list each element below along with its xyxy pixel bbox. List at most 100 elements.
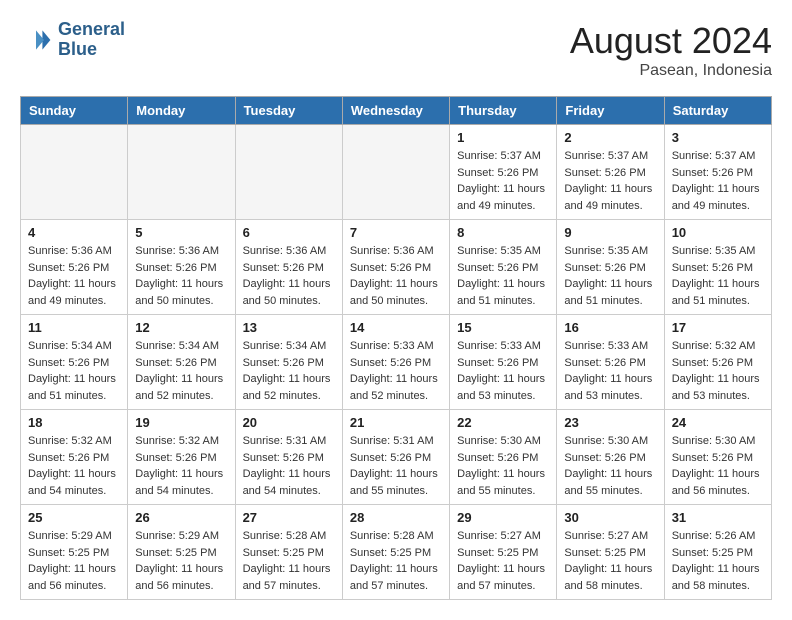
day-info: Sunrise: 5:31 AMSunset: 5:26 PMDaylight:… — [350, 433, 442, 499]
calendar-cell: 27 Sunrise: 5:28 AMSunset: 5:25 PMDayligh… — [235, 505, 342, 600]
day-info: Sunrise: 5:37 AMSunset: 5:26 PMDaylight:… — [672, 148, 764, 214]
calendar-cell — [235, 125, 342, 220]
day-info: Sunrise: 5:32 AMSunset: 5:26 PMDaylight:… — [28, 433, 120, 499]
day-number: 30 — [564, 510, 656, 525]
day-number: 15 — [457, 320, 549, 335]
day-info: Sunrise: 5:28 AMSunset: 5:25 PMDaylight:… — [243, 528, 335, 594]
week-row-5: 25 Sunrise: 5:29 AMSunset: 5:25 PMDayligh… — [21, 505, 772, 600]
day-info: Sunrise: 5:28 AMSunset: 5:25 PMDaylight:… — [350, 528, 442, 594]
weekday-header-saturday: Saturday — [664, 97, 771, 125]
day-number: 2 — [564, 130, 656, 145]
calendar-cell: 12Sunrise: 5:34 AMSunset: 5:26 PMDayligh… — [128, 315, 235, 410]
weekday-header-row: SundayMondayTuesdayWednesdayThursdayFrid… — [21, 97, 772, 125]
calendar-cell: 7Sunrise: 5:36 AMSunset: 5:26 PMDaylight… — [342, 220, 449, 315]
calendar-cell: 11 Sunrise: 5:34 AMSunset: 5:26 PMDayligh… — [21, 315, 128, 410]
logo: General Blue — [20, 20, 125, 60]
day-info: Sunrise: 5:29 AMSunset: 5:25 PMDaylight:… — [28, 528, 120, 594]
calendar-cell: 25 Sunrise: 5:29 AMSunset: 5:25 PMDayligh… — [21, 505, 128, 600]
day-info: Sunrise: 5:37 AMSunset: 5:26 PMDaylight:… — [457, 148, 549, 214]
calendar-cell: 20 Sunrise: 5:31 AMSunset: 5:26 PMDayligh… — [235, 410, 342, 505]
day-number: 9 — [564, 225, 656, 240]
calendar-cell: 16 Sunrise: 5:33 AMSunset: 5:26 PMDayligh… — [557, 315, 664, 410]
calendar-cell: 22 Sunrise: 5:30 AMSunset: 5:26 PMDayligh… — [450, 410, 557, 505]
weekday-header-thursday: Thursday — [450, 97, 557, 125]
day-number: 29 — [457, 510, 549, 525]
day-info: Sunrise: 5:35 AMSunset: 5:26 PMDaylight:… — [564, 243, 656, 309]
calendar-cell: 5Sunrise: 5:36 AMSunset: 5:26 PMDaylight… — [128, 220, 235, 315]
calendar-cell: 14 Sunrise: 5:33 AMSunset: 5:26 PMDayligh… — [342, 315, 449, 410]
calendar-cell: 2 Sunrise: 5:37 AMSunset: 5:26 PMDaylight… — [557, 125, 664, 220]
weekday-header-friday: Friday — [557, 97, 664, 125]
day-info: Sunrise: 5:37 AMSunset: 5:26 PMDaylight:… — [564, 148, 656, 214]
calendar-cell — [342, 125, 449, 220]
weekday-header-wednesday: Wednesday — [342, 97, 449, 125]
calendar-cell: 6Sunrise: 5:36 AMSunset: 5:26 PMDaylight… — [235, 220, 342, 315]
day-number: 24 — [672, 415, 764, 430]
calendar-cell: 15 Sunrise: 5:33 AMSunset: 5:26 PMDayligh… — [450, 315, 557, 410]
day-info: Sunrise: 5:32 AMSunset: 5:26 PMDaylight:… — [672, 338, 764, 404]
day-number: 19 — [135, 415, 227, 430]
calendar-cell: 10 Sunrise: 5:35 AMSunset: 5:26 PMDayligh… — [664, 220, 771, 315]
calendar-table: SundayMondayTuesdayWednesdayThursdayFrid… — [20, 96, 772, 600]
calendar-cell: 30 Sunrise: 5:27 AMSunset: 5:25 PMDayligh… — [557, 505, 664, 600]
weekday-header-monday: Monday — [128, 97, 235, 125]
day-number: 16 — [564, 320, 656, 335]
day-info: Sunrise: 5:34 AMSunset: 5:26 PMDaylight:… — [28, 338, 120, 404]
day-number: 1 — [457, 130, 549, 145]
day-number: 10 — [672, 225, 764, 240]
week-row-2: 4 Sunrise: 5:36 AMSunset: 5:26 PMDaylight… — [21, 220, 772, 315]
calendar-cell: 1 Sunrise: 5:37 AMSunset: 5:26 PMDaylight… — [450, 125, 557, 220]
day-number: 4 — [28, 225, 120, 240]
day-number: 3 — [672, 130, 764, 145]
calendar-cell: 28 Sunrise: 5:28 AMSunset: 5:25 PMDayligh… — [342, 505, 449, 600]
calendar-cell: 17 Sunrise: 5:32 AMSunset: 5:26 PMDayligh… — [664, 315, 771, 410]
day-info: Sunrise: 5:35 AMSunset: 5:26 PMDaylight:… — [672, 243, 764, 309]
calendar-cell: 18 Sunrise: 5:32 AMSunset: 5:26 PMDayligh… — [21, 410, 128, 505]
day-info: Sunrise: 5:30 AMSunset: 5:26 PMDaylight:… — [457, 433, 549, 499]
month-title: August 2024 — [570, 20, 772, 62]
day-number: 31 — [672, 510, 764, 525]
day-number: 11 — [28, 320, 120, 335]
week-row-3: 11 Sunrise: 5:34 AMSunset: 5:26 PMDayligh… — [21, 315, 772, 410]
day-info: Sunrise: 5:34 AMSunset: 5:26 PMDaylight:… — [243, 338, 335, 404]
weekday-header-tuesday: Tuesday — [235, 97, 342, 125]
title-block: August 2024 Pasean, Indonesia — [570, 20, 772, 80]
day-number: 14 — [350, 320, 442, 335]
weekday-header-sunday: Sunday — [21, 97, 128, 125]
day-info: Sunrise: 5:35 AMSunset: 5:26 PMDaylight:… — [457, 243, 549, 309]
day-number: 8 — [457, 225, 549, 240]
calendar-cell: 23 Sunrise: 5:30 AMSunset: 5:26 PMDayligh… — [557, 410, 664, 505]
day-info: Sunrise: 5:30 AMSunset: 5:26 PMDaylight:… — [564, 433, 656, 499]
logo-line1: General — [58, 20, 125, 40]
day-number: 22 — [457, 415, 549, 430]
day-number: 23 — [564, 415, 656, 430]
day-number: 13 — [243, 320, 335, 335]
calendar-cell — [128, 125, 235, 220]
day-info: Sunrise: 5:29 AMSunset: 5:25 PMDaylight:… — [135, 528, 227, 594]
day-number: 20 — [243, 415, 335, 430]
day-number: 21 — [350, 415, 442, 430]
logo-icon — [20, 24, 52, 56]
day-number: 25 — [28, 510, 120, 525]
day-info: Sunrise: 5:34 AMSunset: 5:26 PMDaylight:… — [135, 338, 227, 404]
day-number: 28 — [350, 510, 442, 525]
day-info: Sunrise: 5:27 AMSunset: 5:25 PMDaylight:… — [564, 528, 656, 594]
day-info: Sunrise: 5:36 AMSunset: 5:26 PMDaylight:… — [243, 243, 335, 309]
day-info: Sunrise: 5:30 AMSunset: 5:26 PMDaylight:… — [672, 433, 764, 499]
day-number: 17 — [672, 320, 764, 335]
day-number: 27 — [243, 510, 335, 525]
day-number: 7 — [350, 225, 442, 240]
day-info: Sunrise: 5:27 AMSunset: 5:25 PMDaylight:… — [457, 528, 549, 594]
calendar-cell: 19 Sunrise: 5:32 AMSunset: 5:26 PMDayligh… — [128, 410, 235, 505]
day-info: Sunrise: 5:32 AMSunset: 5:26 PMDaylight:… — [135, 433, 227, 499]
day-info: Sunrise: 5:33 AMSunset: 5:26 PMDaylight:… — [457, 338, 549, 404]
day-info: Sunrise: 5:26 AMSunset: 5:25 PMDaylight:… — [672, 528, 764, 594]
calendar-cell: 26Sunrise: 5:29 AMSunset: 5:25 PMDayligh… — [128, 505, 235, 600]
calendar-cell — [21, 125, 128, 220]
day-info: Sunrise: 5:33 AMSunset: 5:26 PMDaylight:… — [564, 338, 656, 404]
day-number: 18 — [28, 415, 120, 430]
day-info: Sunrise: 5:31 AMSunset: 5:26 PMDaylight:… — [243, 433, 335, 499]
calendar-cell: 4Sunrise: 5:36 AMSunset: 5:26 PMDaylight… — [21, 220, 128, 315]
day-info: Sunrise: 5:36 AMSunset: 5:26 PMDaylight:… — [135, 243, 227, 309]
day-info: Sunrise: 5:33 AMSunset: 5:26 PMDaylight:… — [350, 338, 442, 404]
